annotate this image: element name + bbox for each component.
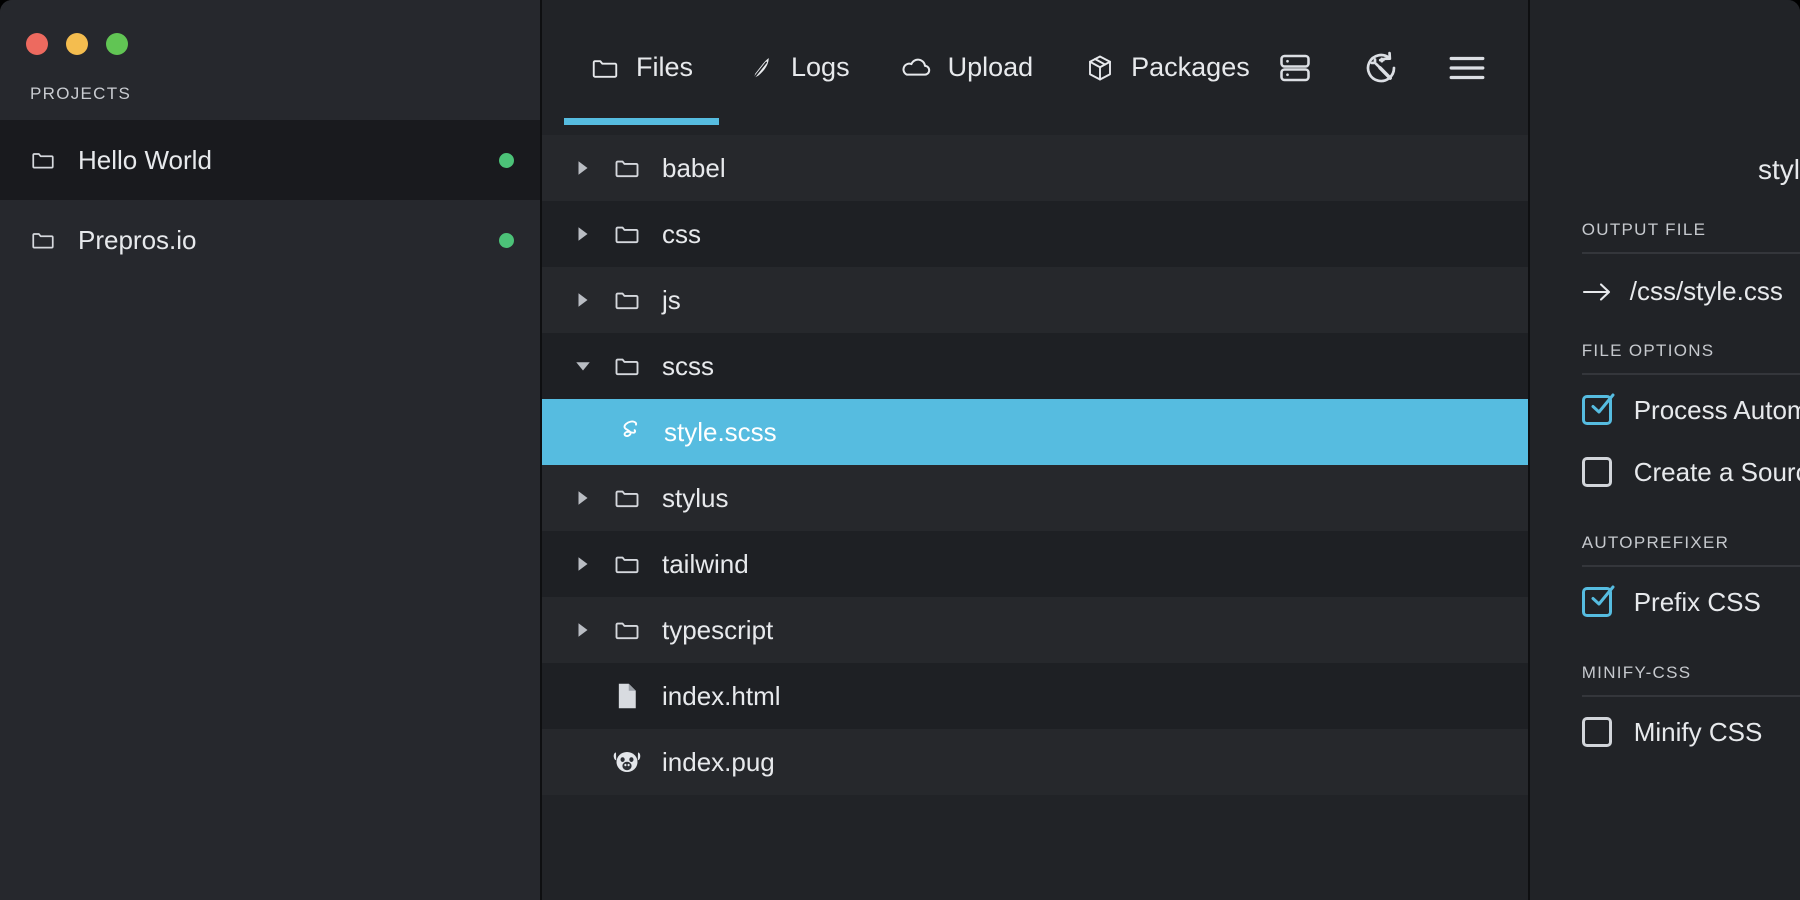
- project-list: Hello World Prepros.io: [0, 120, 540, 280]
- file-tree-row-style-scss[interactable]: style.scss: [542, 399, 1528, 465]
- window-controls: [0, 0, 540, 62]
- file-tree: babel css: [542, 135, 1528, 900]
- sass-icon: [614, 417, 644, 447]
- tab-label: Logs: [791, 52, 850, 83]
- file-tree-row-tailwind[interactable]: tailwind: [542, 531, 1528, 597]
- tab-files[interactable]: Files: [564, 0, 719, 135]
- chevron-down-icon[interactable]: [570, 353, 596, 379]
- folder-icon: [612, 153, 642, 183]
- autoprefixer-section: AUTOPREFIXER Prefix CSS: [1582, 533, 1800, 629]
- section-title: AUTOPREFIXER: [1582, 533, 1800, 567]
- file-tree-row-typescript[interactable]: typescript: [542, 597, 1528, 663]
- folder-icon: [612, 549, 642, 579]
- file-tree-row-label: style.scss: [664, 417, 777, 448]
- file-details-panel: style.scss OUTPUT FILE /css/style.css FI…: [1528, 0, 1800, 900]
- file-tree-row-label: scss: [662, 351, 714, 382]
- package-icon: [1085, 53, 1115, 83]
- section-title: OUTPUT FILE: [1582, 220, 1800, 254]
- projects-sidebar: PROJECTS Hello World Prepros.io: [0, 0, 540, 900]
- tab-packages[interactable]: Packages: [1059, 0, 1276, 135]
- project-status-indicator: [499, 153, 514, 168]
- folder-icon: [30, 147, 56, 173]
- section-title: MINIFY-CSS: [1582, 663, 1800, 697]
- hamburger-menu-icon[interactable]: [1448, 49, 1486, 87]
- minify-css-section: MINIFY-CSS Minify CSS: [1582, 663, 1800, 759]
- sass-icon: [1774, 42, 1800, 132]
- projects-header-label: PROJECTS: [0, 62, 540, 120]
- zoom-window-button[interactable]: [106, 33, 128, 55]
- arrow-right-icon: [1582, 280, 1612, 304]
- file-tree-row-index-pug[interactable]: index.pug: [542, 729, 1528, 795]
- tab-label: Packages: [1131, 52, 1250, 83]
- file-tree-row-css[interactable]: css: [542, 201, 1528, 267]
- tab-label: Upload: [948, 52, 1034, 83]
- folder-icon: [612, 351, 642, 381]
- option-minify-css[interactable]: Minify CSS: [1582, 705, 1800, 759]
- project-item-hello-world[interactable]: Hello World: [0, 120, 540, 200]
- file-tree-row-js[interactable]: js: [542, 267, 1528, 333]
- chevron-right-icon[interactable]: [570, 155, 596, 181]
- checkbox-unchecked-icon[interactable]: [1582, 717, 1612, 747]
- file-tree-row-scss[interactable]: scss: [542, 333, 1528, 399]
- file-tree-row-babel[interactable]: babel: [542, 135, 1528, 201]
- magic-refresh-icon[interactable]: [1362, 49, 1400, 87]
- folder-icon: [30, 227, 56, 253]
- file-hero: style.scss: [1582, 0, 1800, 186]
- file-tree-row-label: js: [662, 285, 681, 316]
- checkbox-checked-icon[interactable]: [1582, 587, 1612, 617]
- option-label: Process Automatically: [1634, 395, 1800, 426]
- tab-bar-actions: [1276, 49, 1528, 87]
- output-file-row[interactable]: /css/style.css: [1582, 254, 1800, 307]
- option-create-source-map[interactable]: Create a Source Map: [1582, 445, 1800, 499]
- file-tree-row-index-html[interactable]: index.html: [542, 663, 1528, 729]
- file-panel: Files Logs Upload: [540, 0, 1528, 900]
- tab-label: Files: [636, 52, 693, 83]
- file-hero-name: style.scss: [1758, 154, 1800, 186]
- pug-dog-icon: [612, 747, 642, 777]
- feather-icon: [745, 53, 775, 83]
- chevron-right-icon[interactable]: [570, 551, 596, 577]
- tab-bar: Files Logs Upload: [542, 0, 1528, 135]
- folder-icon: [590, 53, 620, 83]
- tab-logs[interactable]: Logs: [719, 0, 876, 135]
- file-tree-row-label: tailwind: [662, 549, 749, 580]
- checkbox-checked-icon[interactable]: [1582, 395, 1612, 425]
- output-file-section: OUTPUT FILE /css/style.css: [1582, 220, 1800, 307]
- folder-icon: [612, 285, 642, 315]
- section-title: FILE OPTIONS: [1582, 341, 1800, 375]
- file-options-section: FILE OPTIONS Process Automatically Creat…: [1582, 341, 1800, 499]
- checkbox-unchecked-icon[interactable]: [1582, 457, 1612, 487]
- file-tree-row-label: babel: [662, 153, 726, 184]
- file-tree-row-label: index.pug: [662, 747, 775, 778]
- file-tree-row-label: typescript: [662, 615, 773, 646]
- project-item-prepros-io[interactable]: Prepros.io: [0, 200, 540, 280]
- tab-upload[interactable]: Upload: [876, 0, 1060, 135]
- project-status-indicator: [499, 233, 514, 248]
- option-prefix-css[interactable]: Prefix CSS: [1582, 575, 1800, 629]
- option-process-automatically[interactable]: Process Automatically: [1582, 383, 1800, 437]
- chevron-right-icon[interactable]: [570, 221, 596, 247]
- chevron-right-icon[interactable]: [570, 287, 596, 313]
- file-tree-row-label: index.html: [662, 681, 781, 712]
- folder-icon: [612, 219, 642, 249]
- file-tree-row-label: css: [662, 219, 701, 250]
- chevron-right-icon[interactable]: [570, 617, 596, 643]
- option-label: Create a Source Map: [1634, 457, 1800, 488]
- option-label: Minify CSS: [1634, 717, 1763, 748]
- document-icon: [612, 681, 642, 711]
- chevron-right-icon[interactable]: [570, 485, 596, 511]
- output-file-path: /css/style.css: [1630, 276, 1783, 307]
- option-label: Prefix CSS: [1634, 587, 1761, 618]
- folder-icon: [612, 483, 642, 513]
- server-icon[interactable]: [1276, 49, 1314, 87]
- folder-icon: [612, 615, 642, 645]
- project-name-label: Hello World: [78, 145, 499, 176]
- file-tree-row-stylus[interactable]: stylus: [542, 465, 1528, 531]
- file-tree-row-label: stylus: [662, 483, 728, 514]
- app-window: PROJECTS Hello World Prepros.io: [0, 0, 1800, 900]
- minimize-window-button[interactable]: [66, 33, 88, 55]
- close-window-button[interactable]: [26, 33, 48, 55]
- project-name-label: Prepros.io: [78, 225, 499, 256]
- cloud-icon: [902, 53, 932, 83]
